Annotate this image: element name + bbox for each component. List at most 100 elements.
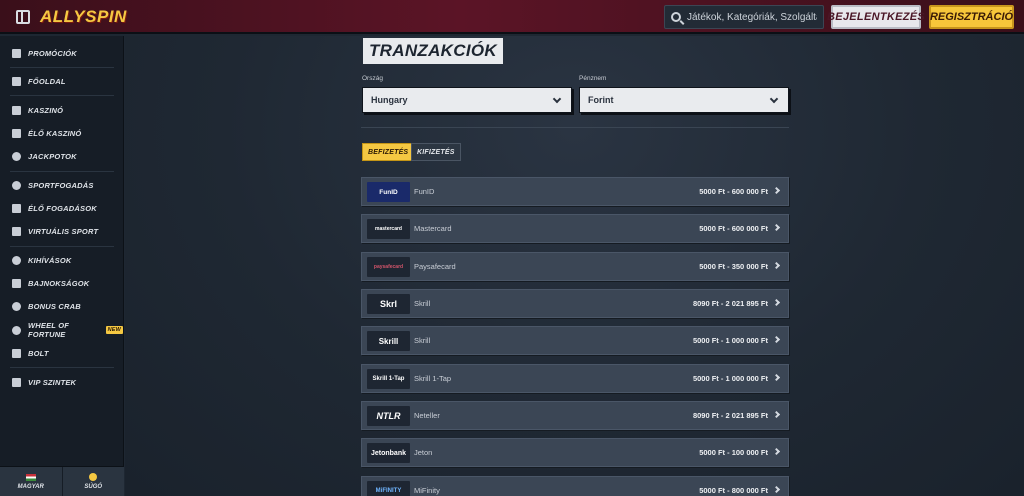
method-name: Skrill bbox=[414, 299, 431, 308]
payment-method-row[interactable]: Skrl Skrill 8090 Ft - 2 021 895 Ft bbox=[361, 289, 789, 318]
virtual-icon bbox=[12, 226, 21, 236]
country-select[interactable]: Hungary bbox=[362, 87, 572, 113]
sidebar-item-promotions[interactable]: PROMÓCIÓK bbox=[12, 45, 77, 61]
method-range: 5000 Ft - 1 000 000 Ft bbox=[692, 374, 768, 383]
sidebar-item-label: BONUS CRAB bbox=[28, 301, 81, 311]
sidebar-item-sports[interactable]: SPORTFOGADÁS bbox=[12, 177, 94, 193]
search-box[interactable] bbox=[664, 5, 824, 29]
funid-logo: FunID bbox=[367, 182, 410, 202]
sidebar-item-label: ÉLŐ KASZINÓ bbox=[28, 128, 82, 138]
method-name: Mastercard bbox=[414, 224, 452, 233]
payment-method-row[interactable]: NTLR Neteller 8090 Ft - 2 021 895 Ft bbox=[361, 401, 789, 430]
divider bbox=[10, 95, 114, 96]
country-value: Hungary bbox=[371, 95, 408, 105]
tab-deposit[interactable]: BEFIZETÉS bbox=[362, 143, 415, 161]
payment-method-row[interactable]: Skrill Skrill 5000 Ft - 1 000 000 Ft bbox=[361, 326, 789, 355]
mifinity-logo: MiFINITY bbox=[367, 481, 410, 496]
payment-method-row[interactable]: Jetonbank Jeton 5000 Ft - 100 000 Ft bbox=[361, 438, 789, 467]
sidebar-item-label: WHEEL OF FORTUNE bbox=[28, 321, 70, 339]
country-label: Ország bbox=[362, 75, 383, 82]
paysafecard-logo: paysafecard bbox=[367, 257, 410, 277]
main-content: TRANZAKCIÓK Ország Hungary Pénznem Forin… bbox=[125, 36, 1024, 496]
sidebar-item-label: VIP SZINTEK bbox=[28, 377, 77, 387]
sidebar-item-label: FŐOLDAL bbox=[28, 76, 66, 86]
divider bbox=[10, 67, 114, 68]
medal-icon bbox=[12, 255, 21, 265]
logo[interactable]: ALLYSPIN bbox=[40, 7, 127, 27]
sidebar-item-shop[interactable]: BOLT bbox=[12, 345, 49, 361]
method-name: Jeton bbox=[414, 448, 433, 457]
home-icon bbox=[12, 76, 21, 86]
chevron-right-icon bbox=[772, 298, 781, 307]
sidebar-item-vip-levels[interactable]: VIP SZINTEK bbox=[12, 374, 76, 390]
divider bbox=[10, 171, 114, 172]
chevron-right-icon bbox=[772, 485, 781, 494]
payment-method-row[interactable]: FunID FunID 5000 Ft - 600 000 Ft bbox=[361, 177, 789, 206]
diamond-icon bbox=[12, 377, 21, 387]
method-name: Skrill 1-Tap bbox=[414, 374, 452, 383]
payment-method-row[interactable]: Skrill 1-Tap Skrill 1-Tap 5000 Ft - 1 00… bbox=[361, 364, 789, 393]
chevron-right-icon bbox=[772, 223, 781, 232]
language-label: MAGYAR bbox=[17, 483, 44, 490]
sidebar-item-live-betting[interactable]: ÉLŐ FOGADÁSOK bbox=[12, 200, 97, 216]
sidebar-item-label: BAJNOKSÁGOK bbox=[28, 278, 90, 288]
jetonbank-logo: Jetonbank bbox=[367, 443, 410, 463]
method-range: 5000 Ft - 1 000 000 Ft bbox=[692, 336, 768, 345]
crab-icon bbox=[12, 301, 21, 311]
method-name: FunID bbox=[414, 187, 435, 196]
method-range: 5000 Ft - 600 000 Ft bbox=[699, 187, 768, 196]
sidebar-item-label: KIHÍVÁSOK bbox=[28, 255, 72, 265]
top-bar: ALLYSPIN BEJELENTKEZÉS REGISZTRÁCIÓ bbox=[0, 0, 1024, 34]
chevron-right-icon bbox=[772, 261, 781, 270]
chevron-right-icon bbox=[772, 447, 781, 456]
new-badge: NEW bbox=[105, 326, 123, 334]
skrill-logo: Skrill bbox=[367, 331, 410, 351]
sidebar-item-label: VIRTUÁLIS SPORT bbox=[28, 226, 99, 236]
wheel-icon bbox=[12, 325, 21, 335]
currency-select[interactable]: Forint bbox=[579, 87, 789, 113]
sidebar-item-bonus-crab[interactable]: BONUS CRAB bbox=[12, 298, 81, 314]
method-name: MiFinity bbox=[414, 486, 440, 495]
mastercard-logo: mastercard bbox=[367, 219, 410, 239]
sidebar-toggle-icon[interactable] bbox=[16, 10, 30, 24]
payment-method-row[interactable]: MiFINITY MiFinity 5000 Ft - 800 000 Ft bbox=[361, 476, 789, 496]
payment-method-row[interactable]: mastercard Mastercard 5000 Ft - 600 000 … bbox=[361, 214, 789, 243]
football-icon bbox=[12, 180, 21, 190]
language-button[interactable]: MAGYAR bbox=[0, 467, 62, 496]
sidebar-footer: MAGYAR SÚGÓ bbox=[0, 466, 124, 496]
sidebar: PROMÓCIÓK FŐOLDAL KASZINÓ ÉLŐ KASZINÓ JA… bbox=[0, 36, 124, 496]
trophy-icon bbox=[12, 278, 21, 288]
sidebar-item-live-casino[interactable]: ÉLŐ KASZINÓ bbox=[12, 125, 81, 141]
sidebar-item-label: ÉLŐ FOGADÁSOK bbox=[28, 203, 97, 213]
chevron-right-icon bbox=[772, 373, 781, 382]
sidebar-item-virtual-sports[interactable]: VIRTUÁLIS SPORT bbox=[12, 223, 98, 239]
cards-icon bbox=[12, 128, 21, 138]
sidebar-item-casino[interactable]: KASZINÓ bbox=[12, 102, 63, 118]
skrill-logo: Skrl bbox=[367, 294, 410, 314]
divider bbox=[10, 246, 114, 247]
login-button[interactable]: BEJELENTKEZÉS bbox=[827, 5, 925, 29]
sidebar-item-label: PROMÓCIÓK bbox=[28, 48, 77, 58]
slot-machine-icon bbox=[12, 105, 21, 115]
payment-method-row[interactable]: paysafecard Paysafecard 5000 Ft - 350 00… bbox=[361, 252, 789, 281]
sidebar-item-challenges[interactable]: KIHÍVÁSOK bbox=[12, 252, 71, 268]
sidebar-item-tournaments[interactable]: BAJNOKSÁGOK bbox=[12, 275, 89, 291]
sidebar-item-jackpots[interactable]: JACKPOTOK bbox=[12, 148, 77, 164]
currency-value: Forint bbox=[588, 95, 614, 105]
divider bbox=[10, 367, 114, 368]
sidebar-item-label: KASZINÓ bbox=[28, 105, 64, 115]
search-input[interactable] bbox=[687, 11, 817, 23]
method-range: 5000 Ft - 800 000 Ft bbox=[699, 486, 768, 495]
sidebar-item-wheel-of-fortune[interactable]: WHEEL OF FORTUNE NEW bbox=[12, 321, 123, 339]
sidebar-item-label: BOLT bbox=[28, 348, 49, 358]
hungary-flag-icon bbox=[25, 473, 36, 481]
chevron-right-icon bbox=[772, 335, 781, 344]
method-range: 5000 Ft - 350 000 Ft bbox=[699, 262, 768, 271]
help-icon bbox=[89, 473, 98, 481]
tab-withdraw[interactable]: KIFIZETÉS bbox=[411, 143, 461, 161]
clover-icon bbox=[12, 151, 21, 161]
currency-label: Pénznem bbox=[579, 75, 607, 82]
help-button[interactable]: SÚGÓ bbox=[61, 467, 124, 496]
register-button[interactable]: REGISZTRÁCIÓ bbox=[929, 5, 1014, 29]
sidebar-item-home[interactable]: FŐOLDAL bbox=[12, 73, 66, 89]
